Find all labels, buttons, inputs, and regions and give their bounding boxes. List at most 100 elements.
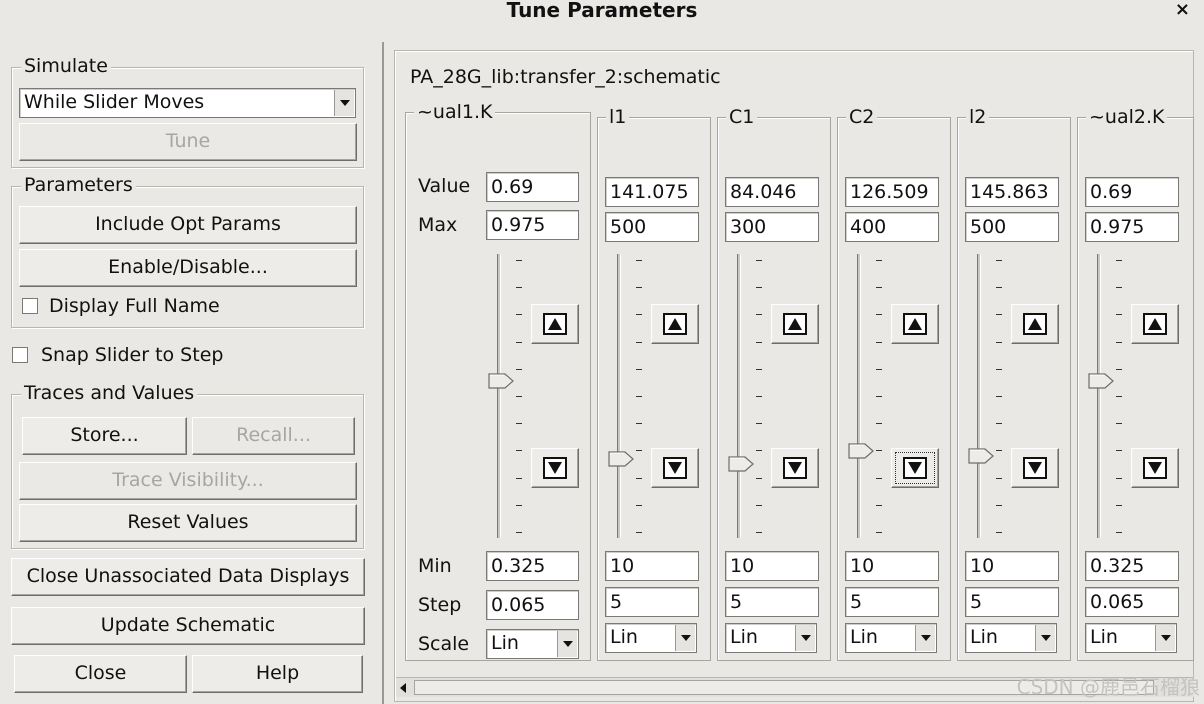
param-min-field[interactable]: 10 bbox=[965, 551, 1059, 581]
param-slider-thumb[interactable] bbox=[488, 372, 514, 389]
param-slider-track[interactable] bbox=[977, 254, 981, 538]
param-step-field[interactable]: 5 bbox=[965, 587, 1059, 617]
param-value-field[interactable]: 0.69 bbox=[1085, 177, 1179, 207]
arrow-down-icon bbox=[543, 457, 567, 479]
param-slider-thumb[interactable] bbox=[728, 455, 754, 472]
reset-values-button[interactable]: Reset Values bbox=[19, 504, 357, 542]
step-down-button[interactable] bbox=[651, 448, 699, 488]
trace-visibility-button[interactable]: Trace Visibility... bbox=[19, 462, 357, 500]
param-min-field[interactable]: 10 bbox=[605, 551, 699, 581]
arrow-up-icon bbox=[1143, 313, 1167, 335]
update-schematic-button[interactable]: Update Schematic bbox=[11, 607, 365, 645]
param-slider-thumb[interactable] bbox=[1088, 372, 1114, 389]
slider-tick bbox=[636, 450, 642, 451]
param-slider-track[interactable] bbox=[617, 254, 621, 538]
param-scale-select[interactable]: Lin bbox=[965, 623, 1057, 653]
param-value-field[interactable]: 145.863 bbox=[965, 177, 1059, 207]
param-slider-thumb[interactable] bbox=[848, 442, 874, 459]
arrow-down-icon bbox=[1023, 457, 1047, 479]
step-up-button[interactable] bbox=[771, 304, 819, 344]
enable-disable-button[interactable]: Enable/Disable... bbox=[19, 249, 357, 287]
slider-tick bbox=[516, 342, 522, 343]
param-step-field[interactable]: 5 bbox=[725, 587, 819, 617]
param-value-field[interactable]: 126.509 bbox=[845, 177, 939, 207]
param-max-field[interactable]: 0.975 bbox=[1085, 212, 1179, 242]
step-down-button[interactable] bbox=[1131, 448, 1179, 488]
param-step-field[interactable]: 0.065 bbox=[486, 590, 579, 620]
param-slider-track[interactable] bbox=[737, 254, 741, 538]
chevron-down-icon[interactable] bbox=[915, 625, 935, 651]
param-scale-value: Lin bbox=[610, 626, 638, 648]
step-down-button[interactable] bbox=[531, 448, 579, 488]
slider-tick bbox=[636, 396, 642, 397]
param-min-field[interactable]: 10 bbox=[725, 551, 819, 581]
param-scale-select[interactable]: Lin bbox=[725, 623, 817, 653]
step-up-button[interactable] bbox=[1011, 304, 1059, 344]
slider-tick bbox=[516, 369, 522, 370]
arrow-up-icon bbox=[663, 313, 687, 335]
param-step-field[interactable]: 5 bbox=[605, 587, 699, 617]
param-slider-track[interactable] bbox=[1097, 254, 1101, 538]
step-down-button[interactable] bbox=[771, 448, 819, 488]
scroll-left-icon[interactable] bbox=[400, 683, 406, 693]
step-down-button[interactable] bbox=[891, 448, 939, 488]
param-column-name: ~ual1.K bbox=[414, 101, 496, 123]
watermark: CSDN @鹿邑石榴狼 bbox=[1016, 675, 1200, 699]
param-step-field[interactable]: 0.065 bbox=[1085, 587, 1179, 617]
param-value-field[interactable]: 141.075 bbox=[605, 177, 699, 207]
step-up-button[interactable] bbox=[651, 304, 699, 344]
param-max-field[interactable]: 300 bbox=[725, 212, 819, 242]
param-value-field[interactable]: 84.046 bbox=[725, 177, 819, 207]
param-max-field[interactable]: 500 bbox=[965, 212, 1059, 242]
slider-tick bbox=[876, 287, 882, 288]
step-up-button[interactable] bbox=[891, 304, 939, 344]
param-max-field[interactable]: 500 bbox=[605, 212, 699, 242]
recall-button[interactable]: Recall... bbox=[192, 417, 355, 455]
chevron-down-icon[interactable] bbox=[675, 625, 695, 651]
slider-tick bbox=[996, 478, 1002, 479]
step-up-button[interactable] bbox=[531, 304, 579, 344]
param-min-field[interactable]: 0.325 bbox=[1085, 551, 1179, 581]
close-window-icon[interactable]: × bbox=[1175, 0, 1190, 20]
step-down-button[interactable] bbox=[1011, 448, 1059, 488]
param-scale-select[interactable]: Lin bbox=[1085, 623, 1177, 653]
display-full-name-checkbox[interactable] bbox=[22, 298, 38, 314]
slider-tick bbox=[756, 532, 762, 533]
param-slider-thumb[interactable] bbox=[968, 447, 994, 464]
step-up-button[interactable] bbox=[1131, 304, 1179, 344]
slider-tick bbox=[1116, 478, 1122, 479]
arrow-down-icon bbox=[903, 457, 927, 479]
slider-tick bbox=[1116, 369, 1122, 370]
chevron-down-icon[interactable] bbox=[334, 90, 354, 116]
slider-tick bbox=[636, 505, 642, 506]
param-min-field[interactable]: 0.325 bbox=[486, 551, 579, 581]
param-slider-track[interactable] bbox=[497, 254, 501, 538]
slider-tick bbox=[516, 423, 522, 424]
chevron-down-icon[interactable] bbox=[795, 625, 815, 651]
panel-divider[interactable] bbox=[382, 42, 384, 704]
chevron-down-icon[interactable] bbox=[1155, 625, 1175, 651]
close-unassociated-button[interactable]: Close Unassociated Data Displays bbox=[11, 558, 365, 596]
simulate-mode-select[interactable]: While Slider Moves bbox=[19, 88, 356, 118]
include-opt-params-button[interactable]: Include Opt Params bbox=[19, 206, 357, 244]
param-scale-select[interactable]: Lin bbox=[605, 623, 697, 653]
help-button[interactable]: Help bbox=[192, 655, 363, 693]
param-min-field[interactable]: 10 bbox=[845, 551, 939, 581]
param-max-field[interactable]: 400 bbox=[845, 212, 939, 242]
chevron-down-icon[interactable] bbox=[557, 631, 577, 657]
chevron-down-icon[interactable] bbox=[1035, 625, 1055, 651]
tune-button[interactable]: Tune bbox=[19, 123, 357, 161]
param-step-field[interactable]: 5 bbox=[845, 587, 939, 617]
param-value-field[interactable]: 0.69 bbox=[486, 172, 579, 202]
param-slider-track[interactable] bbox=[857, 254, 861, 538]
window-title: Tune Parameters bbox=[506, 0, 698, 22]
slider-tick bbox=[756, 260, 762, 261]
snap-slider-checkbox[interactable] bbox=[12, 347, 28, 363]
param-slider-thumb[interactable] bbox=[608, 450, 634, 467]
param-scale-select[interactable]: Lin bbox=[845, 623, 937, 653]
slider-tick bbox=[1116, 396, 1122, 397]
store-button[interactable]: Store... bbox=[22, 417, 187, 455]
param-scale-select[interactable]: Lin bbox=[486, 629, 579, 659]
close-button[interactable]: Close bbox=[14, 655, 187, 693]
param-max-field[interactable]: 0.975 bbox=[486, 210, 579, 240]
